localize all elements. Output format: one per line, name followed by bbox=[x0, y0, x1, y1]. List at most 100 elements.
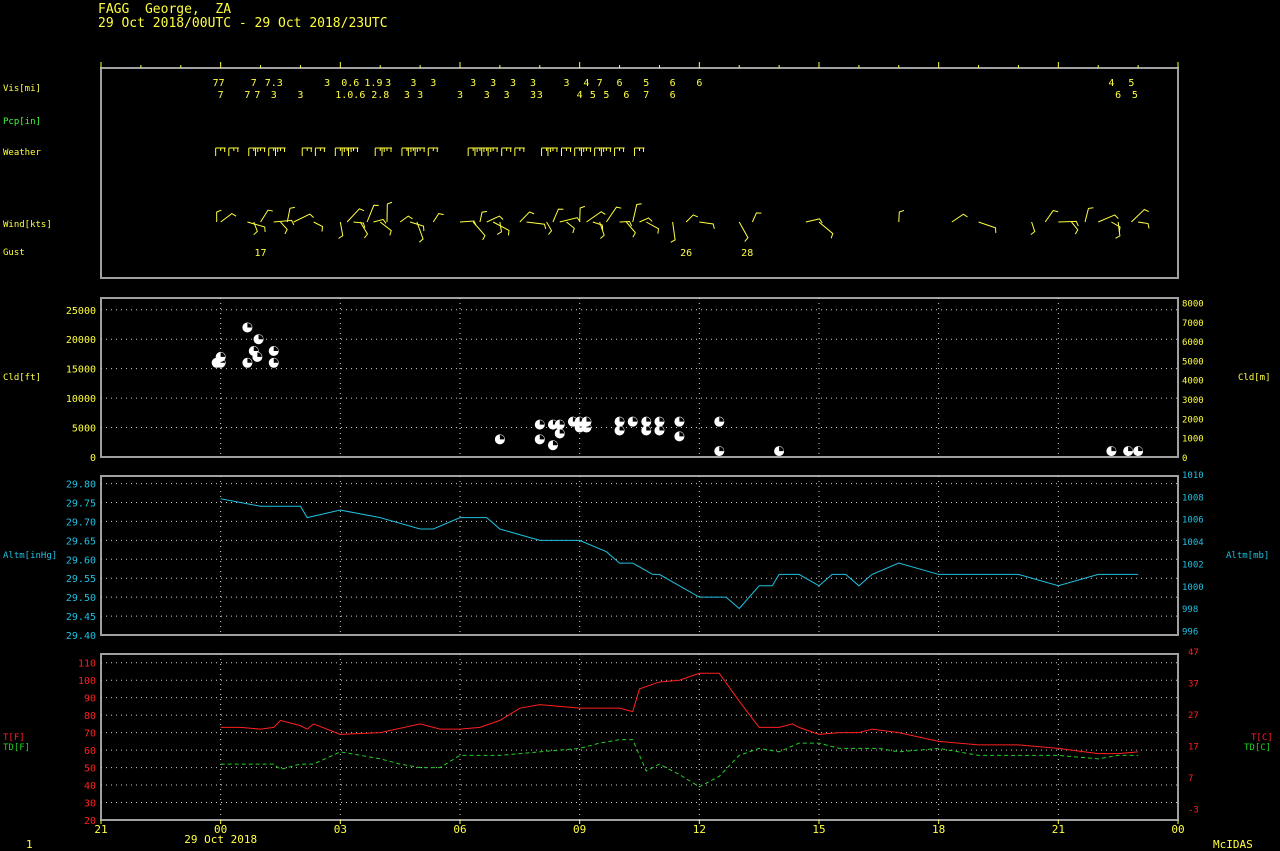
temperature-y2tick-label: 17 bbox=[1188, 743, 1199, 753]
visibility-value: 7 bbox=[254, 90, 260, 101]
altimeter-y2tick-label: 1004 bbox=[1182, 538, 1204, 548]
weather-symbol bbox=[547, 147, 558, 156]
wind-barb bbox=[978, 221, 997, 233]
cloud-cover-mark bbox=[258, 334, 264, 340]
altimeter-y2tick-label: 996 bbox=[1182, 628, 1198, 638]
wind-barb bbox=[559, 217, 581, 223]
wind-barb bbox=[472, 221, 486, 241]
wind-barb bbox=[639, 217, 653, 223]
visibility-value: 4 bbox=[1108, 78, 1114, 89]
cloud-ytick-label: 10000 bbox=[66, 394, 96, 405]
visibility-value: 3 bbox=[490, 78, 496, 89]
visibility-value: 77 bbox=[213, 78, 225, 89]
visibility-value: 5 bbox=[603, 90, 609, 101]
temperature-y2tick-label: 37 bbox=[1188, 680, 1199, 690]
wind-barb bbox=[646, 221, 660, 234]
time-tick-label: 00 bbox=[1171, 823, 1184, 836]
time-tick-label: 21 bbox=[1052, 823, 1065, 836]
altimeter-ytick-label: 29.80 bbox=[66, 480, 96, 491]
visibility-value: 3 bbox=[457, 90, 463, 101]
weather-symbol bbox=[481, 147, 492, 156]
visibility-value: 5 bbox=[590, 90, 596, 101]
wind-barb bbox=[1084, 207, 1094, 223]
weather-symbol bbox=[427, 147, 439, 156]
visibility-value: 3 bbox=[410, 78, 416, 89]
wind-barb bbox=[566, 221, 575, 234]
visibility-value: 6 bbox=[696, 78, 702, 89]
visibility-value: 7 bbox=[251, 78, 257, 89]
visibility-value: 2.8 bbox=[371, 90, 389, 101]
wind-barb bbox=[496, 221, 503, 235]
temperature-ylabel-right: T[C] bbox=[1251, 733, 1273, 743]
weather-symbol bbox=[334, 147, 346, 156]
wind-barb bbox=[386, 201, 393, 223]
wind-barb bbox=[220, 212, 237, 223]
cloud-cover-mark bbox=[253, 346, 259, 351]
visibility-value: 5 bbox=[1128, 78, 1134, 89]
weather-symbol bbox=[614, 147, 625, 156]
visibility-value: 3 bbox=[385, 78, 391, 89]
visibility-value: 3 bbox=[537, 90, 543, 101]
visibility-value: 3 bbox=[563, 78, 569, 89]
visibility-value: 3 bbox=[504, 90, 510, 101]
weather-symbol bbox=[594, 147, 605, 156]
wind-barb bbox=[1058, 220, 1079, 227]
cloud-ylabel-right: Cld[m] bbox=[1238, 373, 1271, 383]
cloud-y2tick-label: 4000 bbox=[1182, 377, 1204, 387]
temperature-ytick-label: 60 bbox=[84, 746, 96, 757]
cloud-y2tick-label: 2000 bbox=[1182, 415, 1204, 425]
footer-frame-number: 1 bbox=[26, 838, 33, 851]
wind-barb bbox=[586, 211, 606, 223]
row-label: Vis[mi] bbox=[3, 84, 41, 94]
visibility-value: 3 bbox=[417, 90, 423, 101]
weather-symbol bbox=[248, 147, 259, 156]
wind-barb bbox=[685, 214, 699, 223]
wind-barb bbox=[216, 209, 222, 222]
cloud-ytick-label: 15000 bbox=[66, 365, 96, 376]
time-tick-label: 21 bbox=[94, 823, 107, 836]
temperature-ytick-label: 50 bbox=[84, 764, 96, 775]
wind-barb bbox=[247, 221, 266, 232]
wind-barb bbox=[632, 203, 642, 223]
time-tick-label: 18 bbox=[932, 823, 945, 836]
weather-symbol bbox=[541, 147, 552, 156]
cloud-cover-mark bbox=[632, 417, 638, 422]
dewpoint-ylabel: TD[F] bbox=[3, 743, 30, 753]
cloud-y2tick-label: 3000 bbox=[1182, 396, 1204, 406]
cloud-cover-mark bbox=[679, 431, 684, 437]
temperature-y2tick-label: -3 bbox=[1188, 805, 1199, 815]
temperature-ytick-label: 30 bbox=[84, 799, 96, 810]
visibility-value: 0.6 bbox=[341, 78, 359, 89]
wind-barb bbox=[818, 221, 834, 239]
wind-barb bbox=[1030, 221, 1036, 236]
cloud-ylabel: Cld[ft] bbox=[3, 373, 41, 383]
weather-symbol bbox=[600, 147, 612, 156]
wind-barb bbox=[366, 204, 379, 223]
wind-barb bbox=[1130, 208, 1150, 223]
wind-barb bbox=[313, 221, 324, 232]
wind-barb bbox=[738, 221, 749, 242]
visibility-value: 3 bbox=[530, 78, 536, 89]
weather-symbol bbox=[301, 147, 313, 156]
cloud-y2tick-label: 0 bbox=[1182, 454, 1187, 464]
dewpoint-line bbox=[220, 739, 1139, 788]
temperature-y2tick-label: 7 bbox=[1188, 774, 1193, 784]
wind-barb bbox=[280, 221, 288, 235]
weather-symbol bbox=[487, 147, 499, 156]
altimeter-ytick-label: 29.75 bbox=[66, 499, 96, 510]
wind-barb bbox=[1098, 214, 1119, 223]
weather-symbol bbox=[467, 147, 479, 156]
weather-symbol bbox=[401, 147, 412, 156]
cloud-cover-mark bbox=[679, 417, 684, 422]
wind-barb bbox=[1138, 221, 1150, 229]
temperature-y2tick-label: 47 bbox=[1188, 648, 1199, 658]
altimeter-ytick-label: 29.60 bbox=[66, 555, 96, 566]
altimeter-ytick-label: 29.55 bbox=[66, 574, 96, 585]
wind-barb bbox=[486, 215, 504, 223]
visibility-value: 3 bbox=[470, 78, 476, 89]
weather-symbol bbox=[561, 147, 572, 156]
visibility-value: 3 bbox=[297, 90, 303, 101]
weather-symbol bbox=[374, 147, 386, 156]
time-tick-label: 09 bbox=[573, 823, 586, 836]
cloud-cover-mark bbox=[779, 446, 784, 452]
